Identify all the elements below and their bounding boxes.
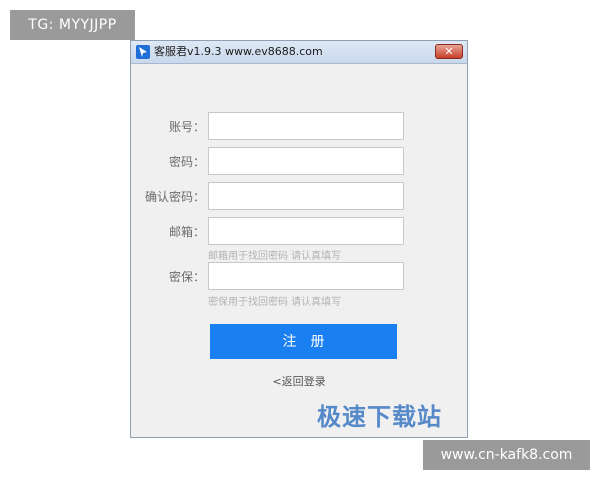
account-input[interactable]	[208, 112, 404, 140]
screenshot-page: TG: MYYJJPP 客服君v1.9.3 www.ev8688.com ✕ 账…	[0, 0, 600, 480]
security-input[interactable]	[208, 262, 404, 290]
security-row: 密保：	[131, 262, 467, 290]
password-row: 密码：	[131, 147, 467, 175]
password-input[interactable]	[208, 147, 404, 175]
email-hint: 邮箱用于找回密码 请认真填写	[208, 251, 342, 262]
brand-watermark: 极速下载站	[317, 403, 442, 431]
watermark-bottom-right: www.cn-kafk8.com	[423, 440, 590, 470]
email-row: 邮箱：	[131, 217, 467, 245]
account-row: 账号：	[131, 112, 467, 140]
account-label: 账号：	[168, 120, 205, 134]
title-bar[interactable]: 客服君v1.9.3 www.ev8688.com ✕	[131, 41, 467, 64]
email-input[interactable]	[208, 217, 404, 245]
confirm-password-input[interactable]	[208, 182, 404, 210]
security-label: 密保：	[168, 270, 205, 284]
close-button[interactable]: ✕	[435, 44, 463, 59]
watermark-top-left: TG: MYYJJPP	[10, 10, 135, 40]
window-title: 客服君v1.9.3 www.ev8688.com	[154, 45, 323, 58]
email-label: 邮箱：	[168, 225, 205, 239]
app-arrow-icon	[136, 45, 150, 59]
confirm-password-label: 确认密码：	[144, 190, 205, 204]
back-to-login-link[interactable]: <返回登录	[131, 373, 467, 389]
security-hint: 密保用于找回密码 请认真填写	[208, 297, 342, 308]
register-button[interactable]: 注册	[210, 324, 397, 359]
password-label: 密码：	[168, 155, 205, 169]
confirm-password-row: 确认密码：	[131, 182, 467, 210]
register-window: 客服君v1.9.3 www.ev8688.com ✕ 账号： 密码： 确认密码：…	[130, 40, 468, 438]
